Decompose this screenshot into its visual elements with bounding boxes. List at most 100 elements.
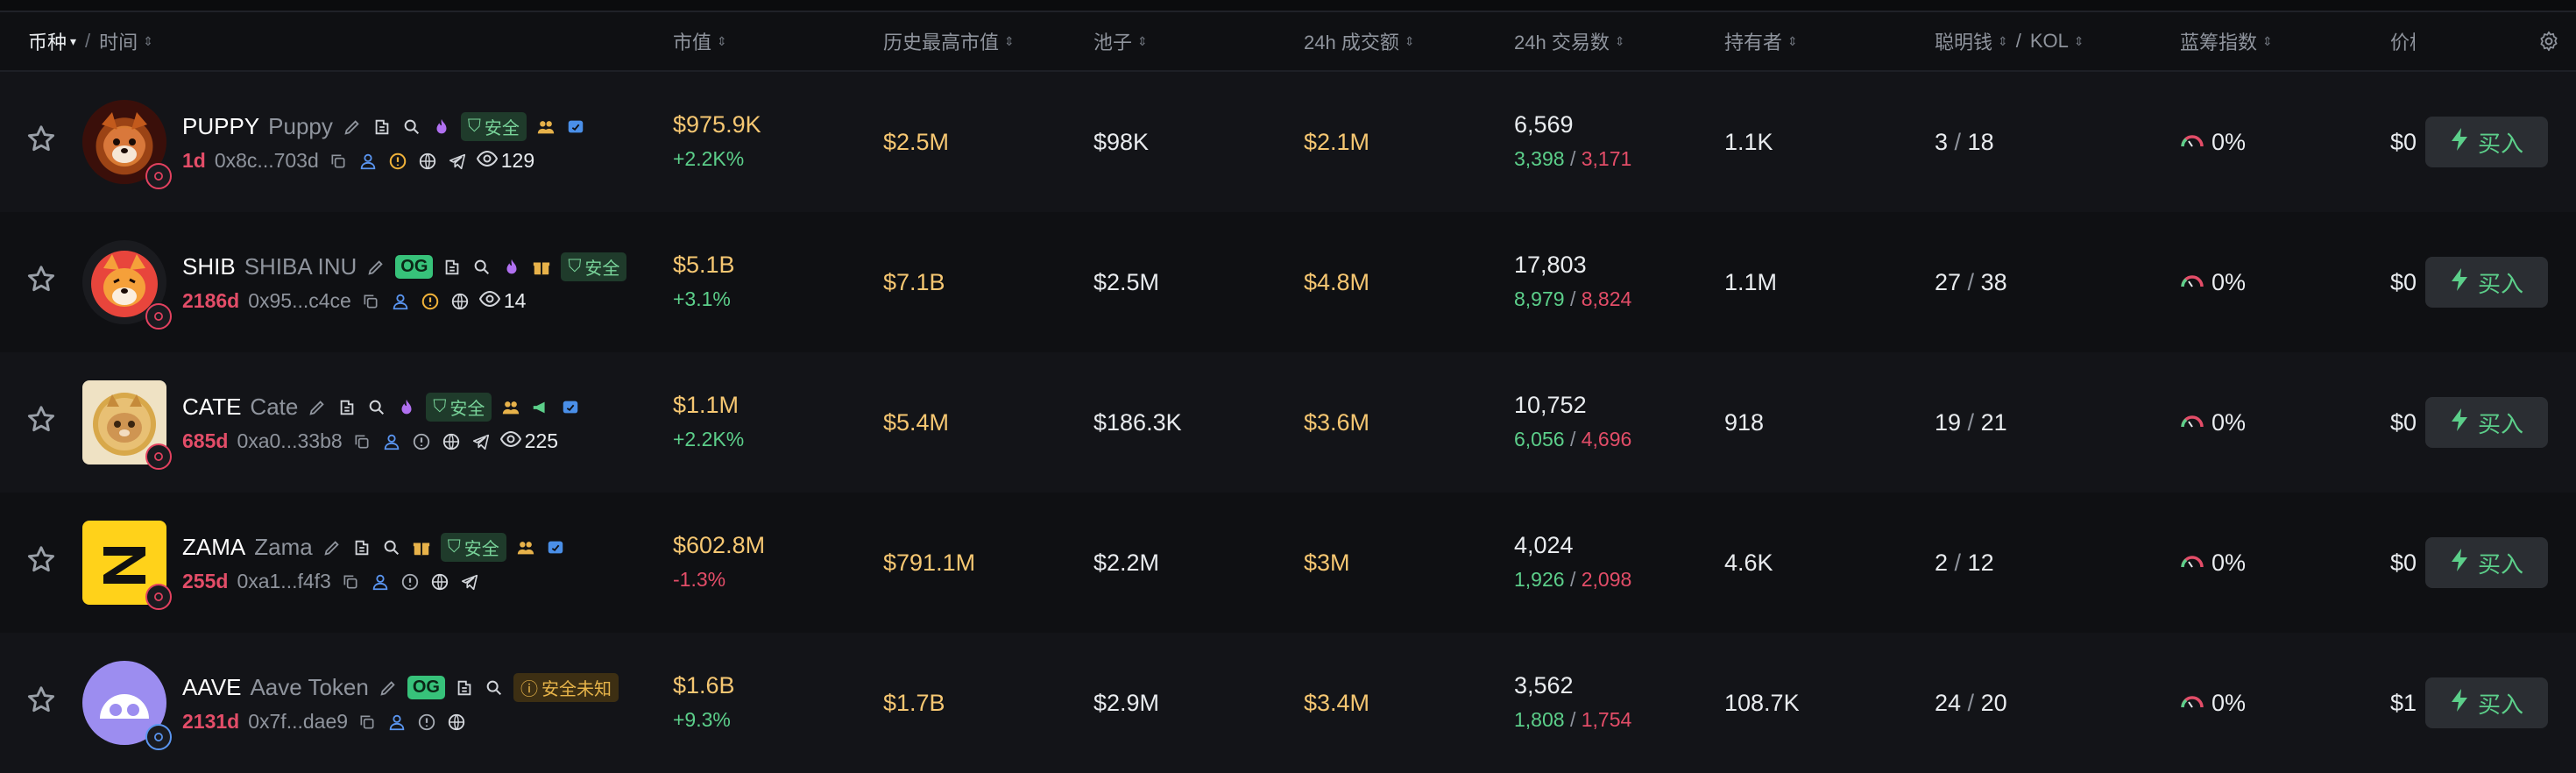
sort-icon[interactable]: ⇕ xyxy=(717,34,727,49)
search-icon[interactable] xyxy=(366,397,387,418)
sort-icon[interactable]: ⇕ xyxy=(1405,34,1415,49)
token-symbol[interactable]: AAVE xyxy=(182,674,241,701)
telegram-icon[interactable] xyxy=(459,571,480,592)
header-volume-24h[interactable]: 24h 成交额 ⇕ xyxy=(1304,12,1415,70)
globe-icon[interactable] xyxy=(441,431,462,452)
buy-button[interactable]: 买入 xyxy=(2425,397,2548,448)
avatar[interactable] xyxy=(82,521,172,610)
share-icon[interactable] xyxy=(336,397,357,418)
search-icon[interactable] xyxy=(471,257,492,278)
header-time[interactable]: 时间 xyxy=(99,27,138,55)
edit-icon[interactable] xyxy=(342,117,363,138)
header-pool[interactable]: 池子 ⇕ xyxy=(1093,12,1148,70)
header-ath-cap[interactable]: 历史最高市值 ⇕ xyxy=(883,12,1015,70)
token-symbol[interactable]: CATE xyxy=(182,394,241,421)
contract-address[interactable]: 0xa0...33b8 xyxy=(237,429,342,453)
table-row[interactable]: SHIB SHIBA INU OG ⛉ 安全 2186d 0x95...c4ce … xyxy=(0,212,2576,352)
sort-icon[interactable]: ⇕ xyxy=(143,34,153,49)
sort-icon[interactable]: ⇕ xyxy=(1787,34,1798,49)
header-coin-time[interactable]: 币种 ▾ / 时间 ⇕ xyxy=(28,12,153,70)
telegram-icon[interactable] xyxy=(471,431,492,452)
twitter-icon[interactable] xyxy=(560,397,581,418)
header-price[interactable]: 价格 xyxy=(2390,12,2415,70)
sort-icon[interactable]: ⇕ xyxy=(2262,34,2273,49)
info-icon[interactable] xyxy=(411,431,432,452)
star-icon[interactable] xyxy=(25,263,58,296)
buy-button[interactable]: 买入 xyxy=(2425,677,2548,728)
share-icon[interactable] xyxy=(351,537,372,558)
globe-icon[interactable] xyxy=(417,151,438,172)
table-row[interactable]: CATE Cate ⛉ 安全 685d 0xa0...33b8 225 $1.1M… xyxy=(0,352,2576,493)
buy-button[interactable]: 买入 xyxy=(2425,537,2548,588)
table-row[interactable]: AAVE Aave Token OG ⓘ 安全未知 2131d 0x7f...da… xyxy=(0,633,2576,773)
telegram-icon[interactable] xyxy=(447,151,468,172)
share-icon[interactable] xyxy=(454,677,475,699)
search-icon[interactable] xyxy=(401,117,422,138)
buy-button[interactable]: 买入 xyxy=(2425,117,2548,167)
share-icon[interactable] xyxy=(442,257,463,278)
user-icon[interactable] xyxy=(357,151,379,172)
copy-icon[interactable] xyxy=(328,151,349,172)
edit-icon[interactable] xyxy=(307,397,328,418)
table-row[interactable]: ZAMA Zama ⛉ 安全 255d 0xa1...f4f3 $602.8M -… xyxy=(0,493,2576,633)
safe-badge[interactable]: ⛉ 安全 xyxy=(561,252,627,281)
chevron-down-icon[interactable]: ▾ xyxy=(70,34,76,49)
sort-icon[interactable]: ⇕ xyxy=(1137,34,1148,49)
copy-icon[interactable] xyxy=(351,431,372,452)
safe-badge[interactable]: ⛉ 安全 xyxy=(440,533,506,562)
token-symbol[interactable]: ZAMA xyxy=(182,534,245,561)
user-icon[interactable] xyxy=(390,291,411,312)
user-icon[interactable] xyxy=(386,712,407,733)
sort-icon[interactable]: ⇕ xyxy=(2074,34,2084,49)
edit-icon[interactable] xyxy=(322,537,343,558)
avatar[interactable] xyxy=(82,240,172,330)
header-tx-24h[interactable]: 24h 交易数 ⇕ xyxy=(1514,12,1625,70)
gear-icon[interactable] xyxy=(2537,12,2560,70)
twitter-icon[interactable] xyxy=(545,537,566,558)
user-icon[interactable] xyxy=(381,431,402,452)
copy-icon[interactable] xyxy=(357,712,378,733)
safe-badge[interactable]: ⛉ 安全 xyxy=(426,393,492,422)
globe-icon[interactable] xyxy=(429,571,450,592)
header-holders[interactable]: 持有者 ⇕ xyxy=(1724,12,1798,70)
token-symbol[interactable]: PUPPY xyxy=(182,113,259,140)
contract-address[interactable]: 0x95...c4ce xyxy=(248,289,351,313)
header-smart-kol[interactable]: 聪明钱 ⇕ / KOL ⇕ xyxy=(1935,12,2084,70)
warning-icon[interactable] xyxy=(387,151,408,172)
buy-button[interactable]: 买入 xyxy=(2425,257,2548,308)
star-icon[interactable] xyxy=(25,684,58,717)
globe-icon[interactable] xyxy=(446,712,467,733)
contract-address[interactable]: 0xa1...f4f3 xyxy=(237,570,330,593)
sort-icon[interactable]: ⇕ xyxy=(1004,34,1015,49)
header-coin[interactable]: 币种 xyxy=(28,27,67,55)
avatar[interactable] xyxy=(82,661,172,750)
header-market-cap[interactable]: 市值 ⇕ xyxy=(673,12,727,70)
edit-icon[interactable] xyxy=(378,677,399,699)
info-icon[interactable] xyxy=(416,712,437,733)
avatar[interactable] xyxy=(82,380,172,470)
copy-icon[interactable] xyxy=(340,571,361,592)
star-icon[interactable] xyxy=(25,123,58,156)
safety-unknown-badge[interactable]: ⓘ 安全未知 xyxy=(513,673,619,702)
search-icon[interactable] xyxy=(381,537,402,558)
user-icon[interactable] xyxy=(370,571,391,592)
warning-icon[interactable] xyxy=(420,291,441,312)
search-icon[interactable] xyxy=(484,677,505,699)
star-icon[interactable] xyxy=(25,543,58,577)
sort-icon[interactable]: ⇕ xyxy=(1998,34,2008,49)
info-icon[interactable] xyxy=(400,571,421,592)
safe-badge[interactable]: ⛉ 安全 xyxy=(460,112,527,141)
copy-icon[interactable] xyxy=(360,291,381,312)
globe-icon[interactable] xyxy=(449,291,471,312)
token-symbol[interactable]: SHIB xyxy=(182,253,236,280)
contract-address[interactable]: 0x7f...dae9 xyxy=(248,710,348,734)
avatar[interactable] xyxy=(82,100,172,189)
sort-icon[interactable]: ⇕ xyxy=(1615,34,1625,49)
star-icon[interactable] xyxy=(25,403,58,436)
edit-icon[interactable] xyxy=(365,257,386,278)
table-row[interactable]: PUPPY Puppy ⛉ 安全 1d 0x8c...703d 129 $975.… xyxy=(0,72,2576,212)
header-bluechip[interactable]: 蓝筹指数 ⇕ xyxy=(2180,12,2273,70)
share-icon[interactable] xyxy=(372,117,393,138)
twitter-icon[interactable] xyxy=(565,117,586,138)
contract-address[interactable]: 0x8c...703d xyxy=(215,149,319,173)
